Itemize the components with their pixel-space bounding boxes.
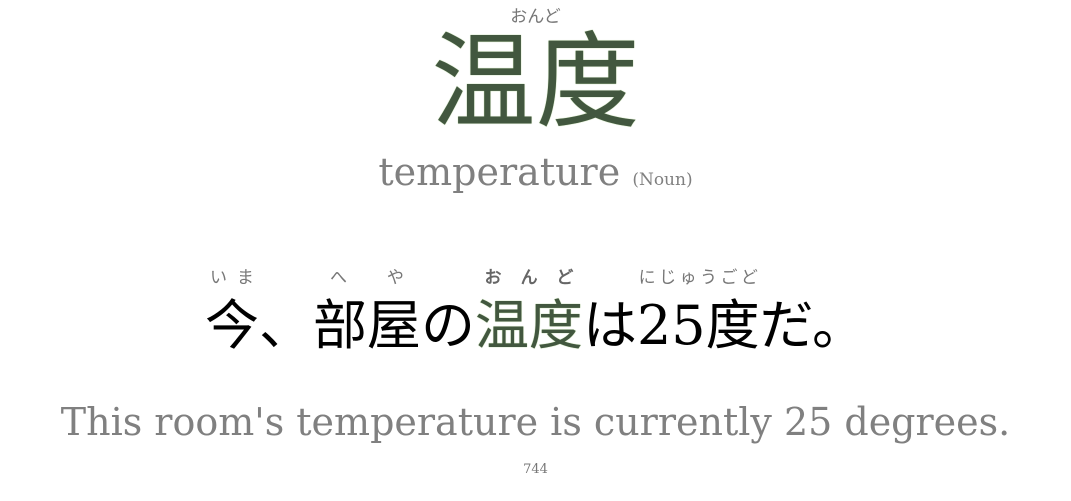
part-of-speech: (Noun) xyxy=(632,170,693,190)
sentence-segment: 今いま xyxy=(204,268,259,357)
sentence-segment: 25度にじゅうごど xyxy=(636,268,760,357)
furigana: へや xyxy=(312,268,421,288)
sentence-segment: だ。 xyxy=(759,294,867,357)
example-sentence: 今いま、部屋へやの温度おんどは25度にじゅうごどだ。 xyxy=(0,268,1071,353)
sentence-target-word: 温度おんど xyxy=(474,268,583,357)
sentence-segment: 、 xyxy=(258,294,313,357)
sentence-segment: は xyxy=(582,294,637,357)
sentence-segment: の xyxy=(420,294,475,357)
furigana: にじゅうごど xyxy=(636,268,760,288)
furigana: おんど xyxy=(474,268,583,288)
furigana: いま xyxy=(204,268,259,288)
sentence-translation: This room's temperature is currently 25 … xyxy=(60,400,1011,444)
word-meaning: temperature (Noun) xyxy=(0,150,1071,194)
vocab-word: 温度 xyxy=(431,21,640,143)
card-number: 744 xyxy=(523,462,548,477)
sentence-segment: 部屋へや xyxy=(312,268,421,357)
meaning-text: temperature xyxy=(378,150,621,194)
